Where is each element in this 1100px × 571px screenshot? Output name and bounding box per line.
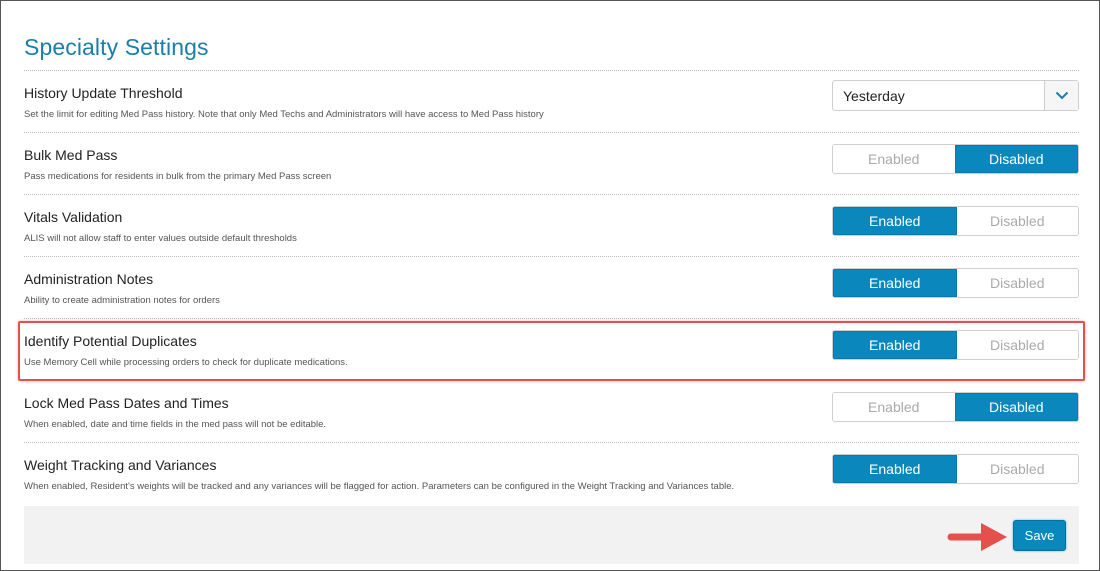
setting-description: Pass medications for residents in bulk f… <box>24 171 332 182</box>
footer-bar: Save <box>24 506 1079 564</box>
weight-tracking-toggle: Enabled Disabled <box>832 454 1079 484</box>
setting-description: Set the limit for editing Med Pass histo… <box>24 109 544 120</box>
setting-title: Lock Med Pass Dates and Times <box>24 395 229 411</box>
disabled-option[interactable]: Disabled <box>956 455 1078 483</box>
setting-administration-notes: Administration Notes Ability to create a… <box>24 257 1079 319</box>
save-button[interactable]: Save <box>1013 520 1066 551</box>
history-threshold-select[interactable]: Yesterday <box>832 80 1079 111</box>
administration-notes-toggle: Enabled Disabled <box>832 268 1079 298</box>
disabled-option[interactable]: Disabled <box>954 393 1078 421</box>
setting-weight-tracking: Weight Tracking and Variances When enabl… <box>24 443 1079 505</box>
enabled-option[interactable]: Enabled <box>833 393 955 421</box>
vitals-validation-toggle: Enabled Disabled <box>832 206 1079 236</box>
highlight-box <box>18 321 1085 381</box>
setting-history-update-threshold: History Update Threshold Set the limit f… <box>24 71 1079 133</box>
setting-title: History Update Threshold <box>24 85 183 101</box>
setting-title: Administration Notes <box>24 271 154 287</box>
settings-panel: Specialty Settings History Update Thresh… <box>0 0 1100 571</box>
lock-med-pass-toggle: Enabled Disabled <box>832 392 1079 422</box>
setting-vitals-validation: Vitals Validation ALIS will not allow st… <box>24 195 1079 257</box>
enabled-option[interactable]: Enabled <box>833 269 957 297</box>
setting-description: When enabled, date and time fields in th… <box>24 419 327 430</box>
select-value: Yesterday <box>843 87 905 104</box>
enabled-option[interactable]: Enabled <box>833 207 957 235</box>
enabled-option[interactable]: Enabled <box>833 455 957 483</box>
bulk-med-pass-toggle: Enabled Disabled <box>832 144 1079 174</box>
setting-lock-med-pass-dates: Lock Med Pass Dates and Times When enabl… <box>24 381 1079 443</box>
setting-title: Bulk Med Pass <box>24 147 118 163</box>
setting-title: Vitals Validation <box>24 209 123 225</box>
arrow-right-icon <box>947 523 1007 551</box>
page-title: Specialty Settings <box>24 34 209 60</box>
setting-description: When enabled, Resident's weights will be… <box>24 481 735 492</box>
disabled-option[interactable]: Disabled <box>954 145 1078 173</box>
setting-bulk-med-pass: Bulk Med Pass Pass medications for resid… <box>24 133 1079 195</box>
disabled-option[interactable]: Disabled <box>956 269 1078 297</box>
setting-title: Weight Tracking and Variances <box>24 457 217 473</box>
enabled-option[interactable]: Enabled <box>833 145 955 173</box>
chevron-down-icon[interactable] <box>1044 81 1078 110</box>
setting-description: ALIS will not allow staff to enter value… <box>24 233 297 244</box>
setting-description: Ability to create administration notes f… <box>24 295 220 306</box>
disabled-option[interactable]: Disabled <box>956 207 1078 235</box>
